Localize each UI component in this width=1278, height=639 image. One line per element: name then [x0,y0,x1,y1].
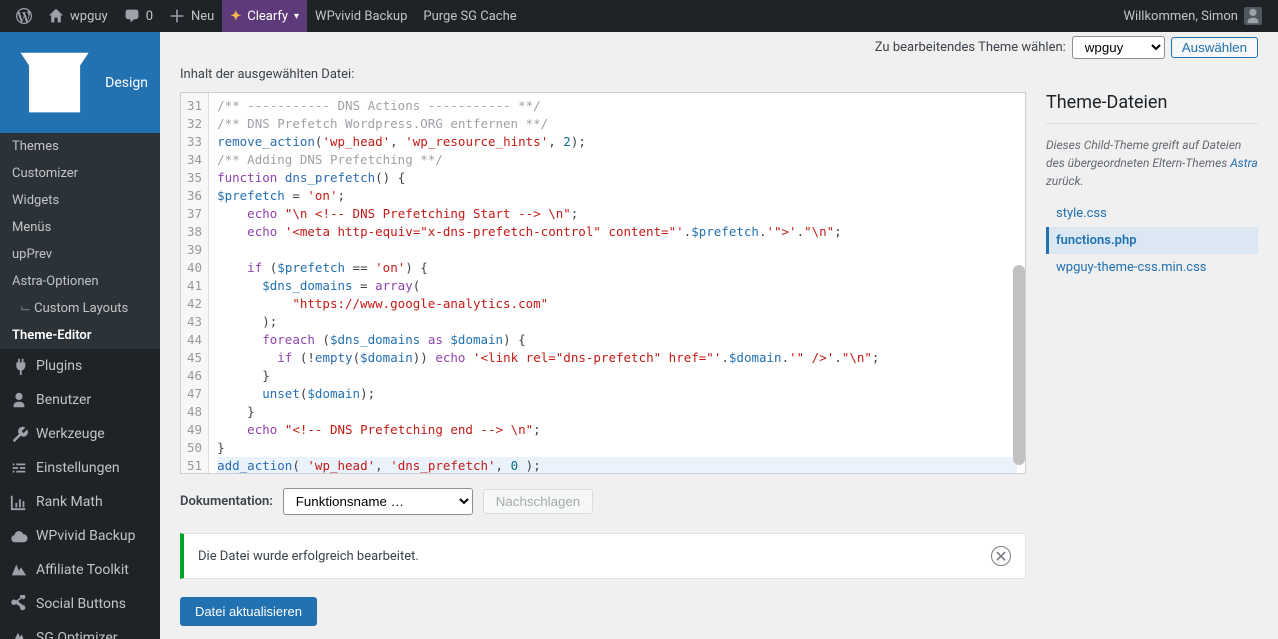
sidebar-subitem-widgets[interactable]: Widgets [0,187,160,214]
affiliate-icon [10,561,28,579]
cloud-icon [10,527,28,545]
wpvivid-label: WPvivid Backup [315,9,407,24]
update-file-button[interactable]: Datei aktualisieren [180,597,317,626]
chevron-down-icon: ▾ [294,11,299,22]
parent-theme-link[interactable]: Astra [1230,156,1257,170]
site-name-label: wpguy [70,9,108,24]
share-icon [10,595,28,613]
comments-count-label: 0 [146,9,153,24]
theme-select[interactable]: wpguy [1072,36,1165,59]
sliders-icon [10,459,28,477]
welcome-label: Willkommen, Simon [1123,9,1238,24]
file-link-functions-php[interactable]: functions.php [1046,227,1258,254]
clearfy-menu[interactable]: ✦Clearfy▾ [222,0,307,32]
wordpress-icon [16,8,32,24]
sidebar-item-wpvivid-backup[interactable]: WPvivid Backup [0,519,160,553]
chart-icon [10,493,28,511]
wrench-icon [10,425,28,443]
sidebar-subitem-customizer[interactable]: Customizer [0,160,160,187]
sidebar-item-sg-optimizer[interactable]: SG Optimizer [0,621,160,639]
wordpress-menu[interactable] [8,0,40,32]
sidebar-item-rank-math[interactable]: Rank Math [0,485,160,519]
site-menu[interactable]: wpguy [40,0,116,32]
sidebar-subitem-custom-layouts[interactable]: ⌙ Custom Layouts [0,295,160,322]
comment-icon [124,8,140,24]
sidebar-item-affiliate-toolkit[interactable]: Affiliate Toolkit [0,553,160,587]
purge-label: Purge SG Cache [423,9,516,24]
plus-icon [169,8,185,24]
lookup-button: Nachschlagen [483,489,593,514]
wpvivid-menu[interactable]: WPvivid Backup [307,0,415,32]
sg-icon [10,629,28,639]
scrollbar-thumb[interactable] [1013,265,1025,465]
code-area[interactable]: /** ----------- DNS Actions ----------- … [209,93,1025,473]
theme-files-panel: Theme-Dateien Dieses Child-Theme greift … [1046,92,1258,626]
user-menu[interactable]: Willkommen, Simon [1115,0,1270,32]
documentation-select[interactable]: Funktionsname … [283,488,473,515]
admin-sidebar: Design ThemesCustomizerWidgetsMenüsupPre… [0,32,160,639]
theme-select-label: Zu bearbeitendes Theme wählen: [875,40,1066,55]
sidebar-subitem-upprev[interactable]: upPrev [0,241,160,268]
sidebar-item-werkzeuge[interactable]: Werkzeuge [0,417,160,451]
file-link-style-css[interactable]: style.css [1046,200,1258,227]
purge-cache-menu[interactable]: Purge SG Cache [415,0,524,32]
theme-picker: Zu bearbeitendes Theme wählen: wpguy Aus… [875,36,1258,59]
theme-files-heading: Theme-Dateien [1046,92,1258,124]
plug-icon [10,357,28,375]
admin-bar: wpguy 0 Neu ✦Clearfy▾ WPvivid Backup Pur… [0,0,1278,32]
sidebar-item-plugins[interactable]: Plugins [0,349,160,383]
sidebar-subitem-theme-editor[interactable]: Theme-Editor [0,322,160,349]
success-notice: Die Datei wurde erfolgreich bearbeitet. … [180,533,1026,579]
sidebar-subitem-themes[interactable]: Themes [0,133,160,160]
user-icon [10,391,28,409]
select-theme-button[interactable]: Auswählen [1171,37,1258,58]
design-label: Design [105,75,148,91]
file-content-label: Inhalt der ausgewählten Datei: [180,67,1258,82]
child-theme-desc: Dieses Child-Theme greift auf Dateien de… [1046,136,1258,190]
code-editor[interactable]: 3132333435363738394041424344454647484950… [180,92,1026,474]
user-avatar-icon [1244,7,1262,25]
documentation-label: Dokumentation: [180,494,273,509]
sidebar-subitem-astra-optionen[interactable]: Astra-Optionen [0,268,160,295]
sidebar-item-benutzer[interactable]: Benutzer [0,383,160,417]
clearfy-label: Clearfy [247,9,288,24]
sidebar-subitem-men-s[interactable]: Menüs [0,214,160,241]
sidebar-item-social-buttons[interactable]: Social Buttons [0,587,160,621]
comments-menu[interactable]: 0 [116,0,161,32]
home-icon [48,8,64,24]
file-link-wpguy-theme-css-min-css[interactable]: wpguy-theme-css.min.css [1046,254,1258,281]
notice-text: Die Datei wurde erfolgreich bearbeitet. [198,549,419,564]
sidebar-item-design[interactable]: Design [0,32,160,133]
line-gutter: 3132333435363738394041424344454647484950… [181,93,209,473]
appearance-icon [12,40,97,125]
new-menu[interactable]: Neu [161,0,222,32]
new-label: Neu [191,9,214,24]
dismiss-notice-button[interactable]: ✕ [991,546,1011,566]
main-content: Zu bearbeitendes Theme wählen: wpguy Aus… [160,32,1278,639]
sidebar-item-einstellungen[interactable]: Einstellungen [0,451,160,485]
